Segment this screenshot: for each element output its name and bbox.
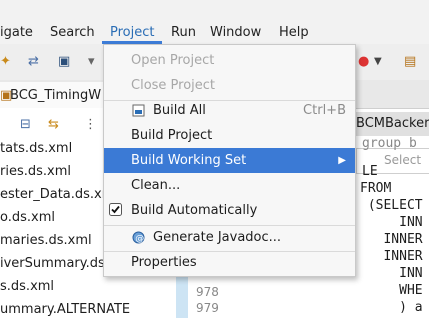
code-line: WHE <box>360 283 423 298</box>
menu-navigate[interactable]: igate <box>0 24 33 41</box>
menu-item-build-working-set[interactable]: Build Working Set ▶ <box>104 148 355 173</box>
menu-search[interactable]: Search <box>50 24 95 41</box>
file-item[interactable]: s.ds.xml <box>0 279 54 294</box>
file-item[interactable]: iverSummary.ds <box>0 256 105 271</box>
view-menu-icon[interactable]: ⋮ <box>84 117 97 133</box>
svg-text:@: @ <box>135 234 144 244</box>
code-line: INN <box>360 266 423 281</box>
build-all-icon <box>132 104 145 117</box>
code-line: LE <box>362 164 378 179</box>
code-line: ) a <box>360 300 423 315</box>
file-item[interactable]: tats.ds.xml <box>0 141 72 156</box>
code-line: group b <box>362 136 417 151</box>
submenu-arrow-icon: ▶ <box>338 155 346 166</box>
toolbar-chevron-down-icon[interactable]: ▼ <box>374 54 382 70</box>
menu-item-build-project[interactable]: Build Project <box>104 123 355 148</box>
collapse-all-icon[interactable]: ⊟ <box>20 117 31 133</box>
code-line: INN <box>360 215 423 230</box>
line-number: 979 <box>196 301 219 315</box>
checkbox-checked-icon <box>109 203 122 216</box>
menu-item-build-all[interactable]: Build All Ctrl+B <box>104 98 355 123</box>
code-line: FROM <box>360 181 392 196</box>
menu-project[interactable]: Project <box>110 24 154 41</box>
toolbar-dropdown-icon[interactable]: ▾ <box>88 54 95 70</box>
code-line: INNER <box>360 249 423 264</box>
file-item[interactable]: ummary.ALTERNATE <box>0 302 130 317</box>
file-item[interactable]: ries.ds.xml <box>0 164 71 179</box>
menu-item-build-automatically[interactable]: Build Automatically <box>104 198 355 223</box>
toolbar-monitor-icon[interactable]: ▣ <box>58 54 70 70</box>
menu-item-close-project[interactable]: Close Project <box>104 73 355 98</box>
menu-item-properties[interactable]: Properties <box>104 250 355 275</box>
project-menu: Open Project Close Project Build All Ctr… <box>103 44 356 277</box>
line-number: 978 <box>196 285 219 299</box>
menu-item-clean[interactable]: Clean... <box>104 173 355 198</box>
gutter-highlight <box>176 274 188 318</box>
file-item[interactable]: maries.ds.xml <box>0 233 92 248</box>
toolbar-debug-icon[interactable]: ● <box>358 54 369 70</box>
file-item[interactable]: o.ds.xml <box>0 210 55 225</box>
menu-item-open-project[interactable]: Open Project <box>104 48 355 73</box>
link-editor-icon[interactable]: ⇆ <box>48 117 59 133</box>
toolbar-refresh-icon[interactable]: ⇄ <box>28 54 39 70</box>
menu-window[interactable]: Window <box>210 24 261 41</box>
toolbar-package-icon[interactable]: ▤ <box>404 54 416 70</box>
explorer-tab-label: BCG_TimingW <box>10 88 102 103</box>
file-item[interactable]: ester_Data.ds.xn <box>0 187 110 202</box>
toolbar-tool-icon[interactable]: ✦ <box>0 54 11 70</box>
select-placeholder: Select <box>384 153 422 167</box>
menu-item-generate-javadoc[interactable]: @ Generate Javadoc... <box>104 225 355 250</box>
code-line: (SELECT <box>360 198 423 213</box>
code-line: INNER <box>360 232 423 247</box>
javadoc-icon: @ <box>132 231 145 244</box>
editor-tab-label: BCMBacker <box>356 116 429 131</box>
menu-run[interactable]: Run <box>171 24 196 41</box>
menu-help[interactable]: Help <box>279 24 309 41</box>
